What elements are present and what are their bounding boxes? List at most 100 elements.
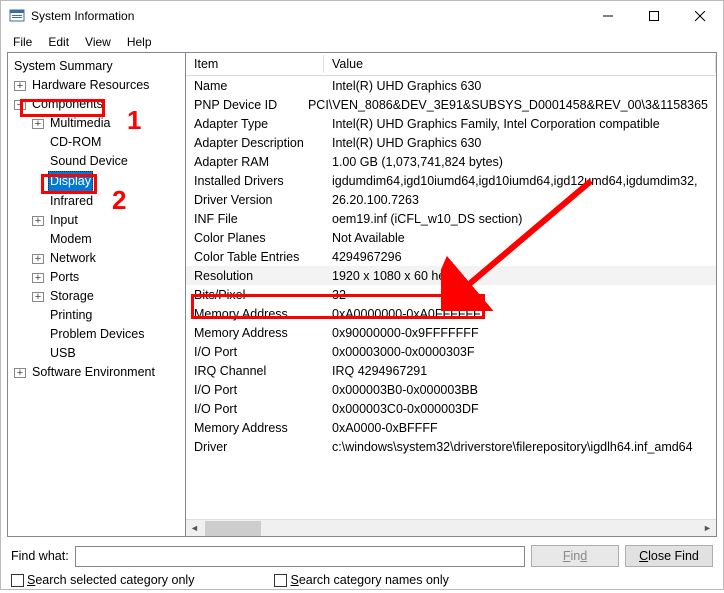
tree-network[interactable]: +Network bbox=[12, 249, 183, 268]
content-area: System Summary +Hardware Resources −Comp… bbox=[7, 52, 717, 537]
checkbox-icon bbox=[274, 574, 287, 587]
cell-item: Memory Address bbox=[186, 421, 324, 435]
grid-row[interactable]: Memory Address0xA0000-0xBFFFF bbox=[186, 418, 716, 437]
grid-row[interactable]: IRQ ChannelIRQ 4294967291 bbox=[186, 361, 716, 380]
grid-row[interactable]: Installed Driversigdumdim64,igd10iumd64,… bbox=[186, 171, 716, 190]
tree-usb[interactable]: USB bbox=[12, 344, 183, 363]
menu-help[interactable]: Help bbox=[119, 33, 160, 51]
cell-value: Intel(R) UHD Graphics 630 bbox=[324, 79, 716, 93]
expand-icon[interactable]: + bbox=[32, 216, 44, 226]
expand-icon[interactable]: + bbox=[32, 119, 44, 129]
cell-value: 26.20.100.7263 bbox=[324, 193, 716, 207]
cell-value: 0x000003C0-0x000003DF bbox=[324, 402, 716, 416]
grid-row[interactable]: Color PlanesNot Available bbox=[186, 228, 716, 247]
grid-body: NameIntel(R) UHD Graphics 630PNP Device … bbox=[186, 76, 716, 519]
grid-row[interactable]: INF Fileoem19.inf (iCFL_w10_DS section) bbox=[186, 209, 716, 228]
cell-value: 0x000003B0-0x000003BB bbox=[324, 383, 716, 397]
tree-panel: System Summary +Hardware Resources −Comp… bbox=[8, 53, 186, 536]
cell-value: Intel(R) UHD Graphics Family, Intel Corp… bbox=[324, 117, 716, 131]
grid-row[interactable]: Color Table Entries4294967296 bbox=[186, 247, 716, 266]
window-title: System Information bbox=[31, 9, 585, 23]
expand-icon[interactable]: + bbox=[32, 292, 44, 302]
tree-system-summary[interactable]: System Summary bbox=[12, 57, 183, 76]
tree-input[interactable]: +Input bbox=[12, 211, 183, 230]
grid-row[interactable]: Adapter DescriptionIntel(R) UHD Graphics… bbox=[186, 133, 716, 152]
app-icon bbox=[9, 8, 25, 24]
grid-row[interactable]: I/O Port0x00003000-0x0000303F bbox=[186, 342, 716, 361]
tree-hardware-resources[interactable]: +Hardware Resources bbox=[12, 76, 183, 95]
tree-multimedia[interactable]: +Multimedia bbox=[12, 114, 183, 133]
grid-row[interactable]: Memory Address0x90000000-0x9FFFFFFF bbox=[186, 323, 716, 342]
expand-icon[interactable]: + bbox=[14, 81, 26, 91]
grid-row[interactable]: NameIntel(R) UHD Graphics 630 bbox=[186, 76, 716, 95]
tree-sound-device[interactable]: Sound Device bbox=[12, 152, 183, 171]
cell-item: Installed Drivers bbox=[186, 174, 324, 188]
maximize-button[interactable] bbox=[631, 1, 677, 31]
tree-modem[interactable]: Modem bbox=[12, 230, 183, 249]
cell-value: IRQ 4294967291 bbox=[324, 364, 716, 378]
details-panel: Item Value NameIntel(R) UHD Graphics 630… bbox=[186, 53, 716, 536]
tree-display[interactable]: Display bbox=[12, 171, 183, 192]
close-find-button[interactable]: Close Find bbox=[625, 545, 713, 567]
find-button[interactable]: Find bbox=[531, 545, 619, 567]
expand-icon[interactable]: + bbox=[14, 368, 26, 378]
column-value[interactable]: Value bbox=[324, 55, 716, 73]
grid-row[interactable]: PNP Device IDPCI\VEN_8086&DEV_3E91&SUBSY… bbox=[186, 95, 716, 114]
search-names-checkbox[interactable]: Search category names only bbox=[274, 573, 448, 587]
cell-value: 0x00003000-0x0000303F bbox=[324, 345, 716, 359]
cell-item: Color Planes bbox=[186, 231, 324, 245]
cell-value: 0x90000000-0x9FFFFFFF bbox=[324, 326, 716, 340]
find-input[interactable] bbox=[75, 546, 525, 567]
grid-row[interactable]: Bits/Pixel32 bbox=[186, 285, 716, 304]
menu-edit[interactable]: Edit bbox=[40, 33, 77, 51]
cell-value: Intel(R) UHD Graphics 630 bbox=[324, 136, 716, 150]
scroll-thumb[interactable] bbox=[205, 521, 261, 536]
cell-value: c:\windows\system32\driverstore\filerepo… bbox=[324, 440, 716, 454]
tree-storage[interactable]: +Storage bbox=[12, 287, 183, 306]
cell-item: Bits/Pixel bbox=[186, 288, 324, 302]
minimize-button[interactable] bbox=[585, 1, 631, 31]
cell-item: Resolution bbox=[186, 269, 324, 283]
grid-row[interactable]: I/O Port0x000003B0-0x000003BB bbox=[186, 380, 716, 399]
close-button[interactable] bbox=[677, 1, 723, 31]
collapse-icon[interactable]: − bbox=[14, 100, 26, 110]
cell-value: PCI\VEN_8086&DEV_3E91&SUBSYS_D0001458&RE… bbox=[300, 98, 716, 112]
tree-software-environment[interactable]: +Software Environment bbox=[12, 363, 183, 382]
grid-row[interactable]: Memory Address0xA0000000-0xA0FFFFFF bbox=[186, 304, 716, 323]
menubar: File Edit View Help bbox=[1, 31, 723, 52]
cell-value: 1.00 GB (1,073,741,824 bytes) bbox=[324, 155, 716, 169]
cell-value: 4294967296 bbox=[324, 250, 716, 264]
cell-item: Color Table Entries bbox=[186, 250, 324, 264]
titlebar: System Information bbox=[1, 1, 723, 31]
expand-icon[interactable]: + bbox=[32, 254, 44, 264]
menu-file[interactable]: File bbox=[5, 33, 40, 51]
column-item[interactable]: Item bbox=[186, 55, 324, 73]
cell-item: Adapter Description bbox=[186, 136, 324, 150]
cell-item: Driver bbox=[186, 440, 324, 454]
tree-ports[interactable]: +Ports bbox=[12, 268, 183, 287]
cell-value: igdumdim64,igd10iumd64,igd10iumd64,igd12… bbox=[324, 174, 716, 188]
menu-view[interactable]: View bbox=[77, 33, 119, 51]
tree-cdrom[interactable]: CD-ROM bbox=[12, 133, 183, 152]
cell-item: Driver Version bbox=[186, 193, 324, 207]
grid-row[interactable]: Driver Version26.20.100.7263 bbox=[186, 190, 716, 209]
horizontal-scrollbar[interactable]: ◄ ► bbox=[186, 519, 716, 536]
grid-row[interactable]: Driverc:\windows\system32\driverstore\fi… bbox=[186, 437, 716, 456]
cell-item: PNP Device ID bbox=[186, 98, 300, 112]
grid-row[interactable]: Adapter TypeIntel(R) UHD Graphics Family… bbox=[186, 114, 716, 133]
scroll-left-icon[interactable]: ◄ bbox=[186, 520, 203, 537]
tree-printing[interactable]: Printing bbox=[12, 306, 183, 325]
grid-row[interactable]: Resolution1920 x 1080 x 60 hertz bbox=[186, 266, 716, 285]
cell-value: oem19.inf (iCFL_w10_DS section) bbox=[324, 212, 716, 226]
grid-row[interactable]: Adapter RAM1.00 GB (1,073,741,824 bytes) bbox=[186, 152, 716, 171]
cell-item: INF File bbox=[186, 212, 324, 226]
cell-item: IRQ Channel bbox=[186, 364, 324, 378]
checkbox-icon bbox=[11, 574, 24, 587]
grid-row[interactable]: I/O Port0x000003C0-0x000003DF bbox=[186, 399, 716, 418]
tree-components[interactable]: −Components bbox=[12, 95, 183, 114]
scroll-right-icon[interactable]: ► bbox=[699, 520, 716, 537]
search-selected-checkbox[interactable]: Search selected category only bbox=[11, 573, 194, 587]
expand-icon[interactable]: + bbox=[32, 273, 44, 283]
tree-problem-devices[interactable]: Problem Devices bbox=[12, 325, 183, 344]
tree-infrared[interactable]: Infrared bbox=[12, 192, 183, 211]
